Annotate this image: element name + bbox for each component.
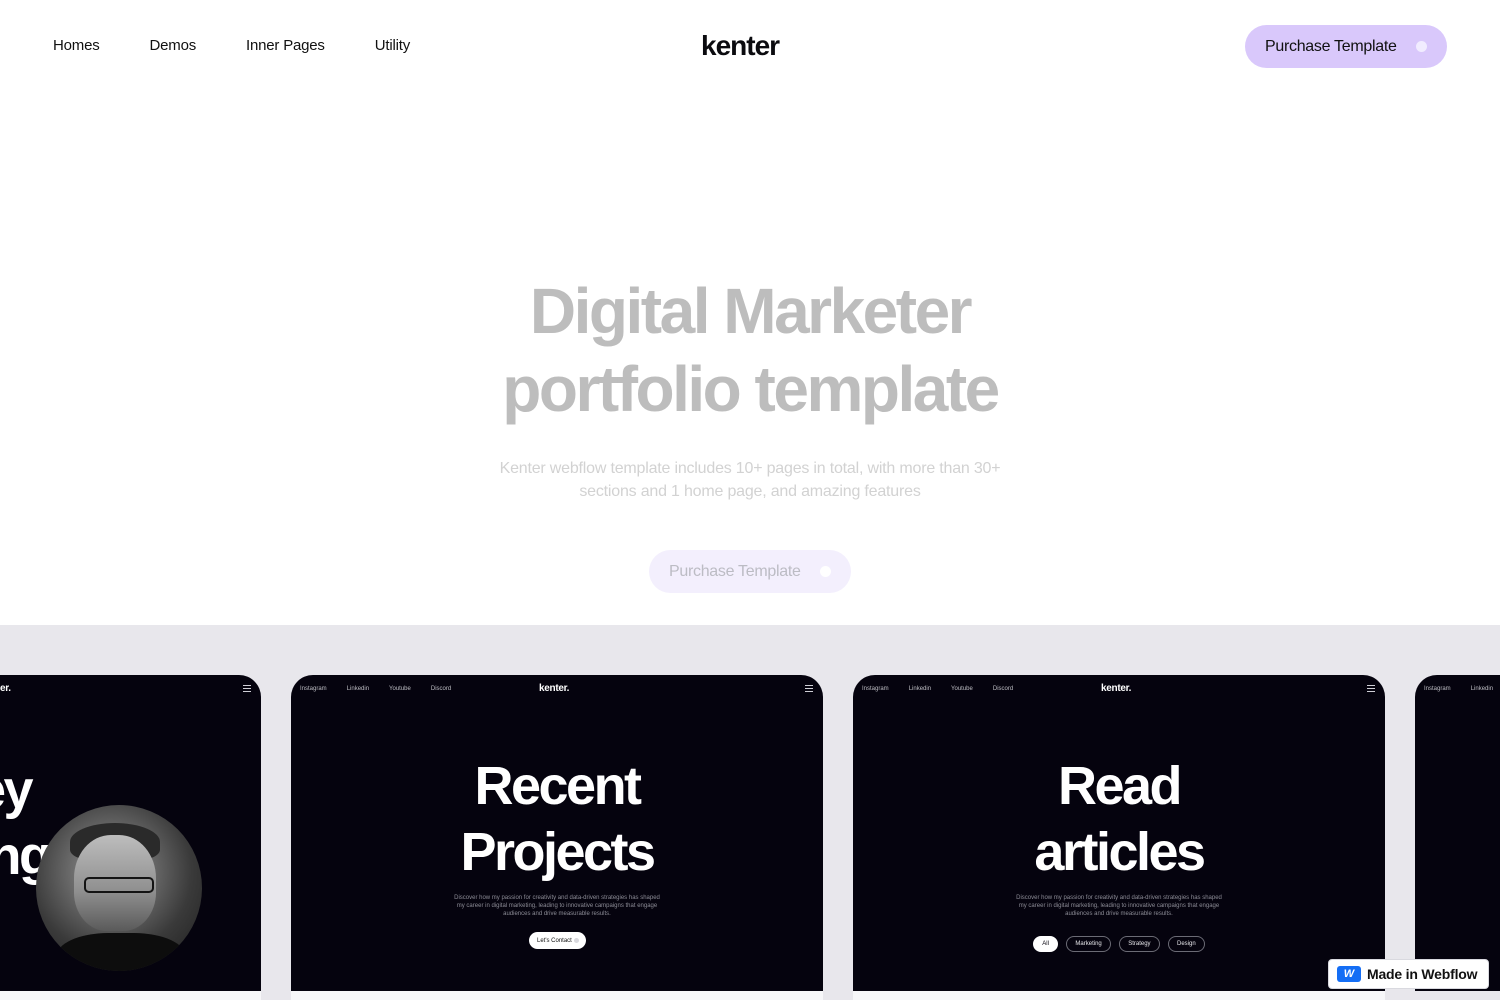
card-description-line1: Discover how my passion for creativity a… [454,895,660,901]
card-description: Discover how my passion for creativity a… [291,894,823,918]
card-nav-linkedin: Linkedin [1470,686,1494,692]
card-nav-linkedin: Linkedin [346,686,370,692]
site-header: Homes Demos Inner Pages Utility kenter P… [0,0,1500,92]
card-nav: Instagram Linkedin Youtube Discord [862,686,1033,692]
purchase-template-button[interactable]: Purchase Template [1245,25,1447,68]
card-nav-linkedin: Linkedin [908,686,932,692]
card-footer [291,991,823,1000]
card-footer [853,991,1385,1000]
showcase-card-about[interactable]: er. ey ing [0,675,261,991]
card-description-line2: my career in digital marketing, leading … [456,903,658,909]
card-description-line3: audiences and drive measurable results. [503,911,611,917]
card-nav-instagram: Instagram [862,686,889,692]
hero-title: Digital Marketer portfolio template [0,272,1500,428]
hero-purchase-template-button[interactable]: Purchase Template [649,550,851,593]
portrait-image [36,805,202,971]
made-in-webflow-label: Made in Webflow [1367,966,1478,982]
card-nav-youtube: Youtube [389,686,411,692]
webflow-logo-icon: W [1337,966,1361,982]
dot-icon [574,938,579,943]
nav-item-demos[interactable]: Demos [150,37,197,54]
site-logo[interactable]: kenter [701,30,780,62]
nav-item-utility[interactable]: Utility [375,37,410,54]
menu-icon [805,685,813,692]
card-filter-pills: All Marketing Strategy Design [853,932,1385,952]
card-logo: kenter. [1101,683,1132,694]
dot-icon [1416,41,1427,52]
made-in-webflow-badge[interactable]: W Made in Webflow [1328,959,1489,989]
card-logo: kenter. [539,683,570,694]
card-title-line2: articles [1034,822,1206,882]
nav-item-homes[interactable]: Homes [53,37,100,54]
card-title-line2: Projects [460,822,656,882]
lets-contact-button: Let's Contact [529,932,586,949]
filter-pill-marketing: Marketing [1066,936,1111,952]
card-logo: er. [0,683,11,694]
filter-pill-all: All [1033,936,1058,952]
nav-item-inner-pages[interactable]: Inner Pages [246,37,325,54]
card-description-line2: my career in digital marketing, leading … [1018,903,1220,909]
card-footer [0,991,261,1000]
card-title-line1: ey [0,760,34,820]
card-description: Discover how my passion for creativity a… [853,894,1385,918]
card-description-line1: Discover how my passion for creativity a… [1016,895,1222,901]
hero-title-line1: Digital Marketer [529,275,973,347]
card-nav-discord: Discord [992,686,1014,692]
card-nav-youtube: Youtube [951,686,973,692]
card-nav: Instagram Linkedin [1424,686,1500,692]
card-nav-instagram: Instagram [300,686,327,692]
dot-icon [820,566,831,577]
hero-subtitle-line2: sections and 1 home page, and amazing fe… [579,483,921,500]
hero-subtitle-line1: Kenter webflow template includes 10+ pag… [499,460,1001,477]
card-nav-discord: Discord [430,686,452,692]
showcase-card-articles[interactable]: Instagram Linkedin Youtube Discord kente… [853,675,1385,991]
showcase-card-projects[interactable]: Instagram Linkedin Youtube Discord kente… [291,675,823,991]
card-title-line1: Read [1057,756,1183,816]
menu-icon [1367,685,1375,692]
card-nav-instagram: Instagram [1424,686,1451,692]
card-title-line1: Recent [474,756,642,816]
menu-icon [243,685,251,692]
filter-pill-design: Design [1168,936,1205,952]
filter-pill-strategy: Strategy [1119,936,1160,952]
lets-contact-label: Let's Contact [537,937,572,944]
main-nav: Homes Demos Inner Pages Utility [53,37,410,54]
card-description-line3: audiences and drive measurable results. [1065,911,1173,917]
hero-title-line2: portfolio template [502,353,1000,425]
card-nav: Instagram Linkedin Youtube Discord [300,686,471,692]
template-showcase-strip: er. ey ing Instagram Linkedin Youtube Di… [0,625,1500,1000]
purchase-template-label: Purchase Template [1265,37,1397,55]
hero-purchase-template-label: Purchase Template [669,562,801,580]
hero-subtitle: Kenter webflow template includes 10+ pag… [480,457,1020,503]
showcase-card-partial[interactable]: Instagram Linkedin [1415,675,1500,991]
